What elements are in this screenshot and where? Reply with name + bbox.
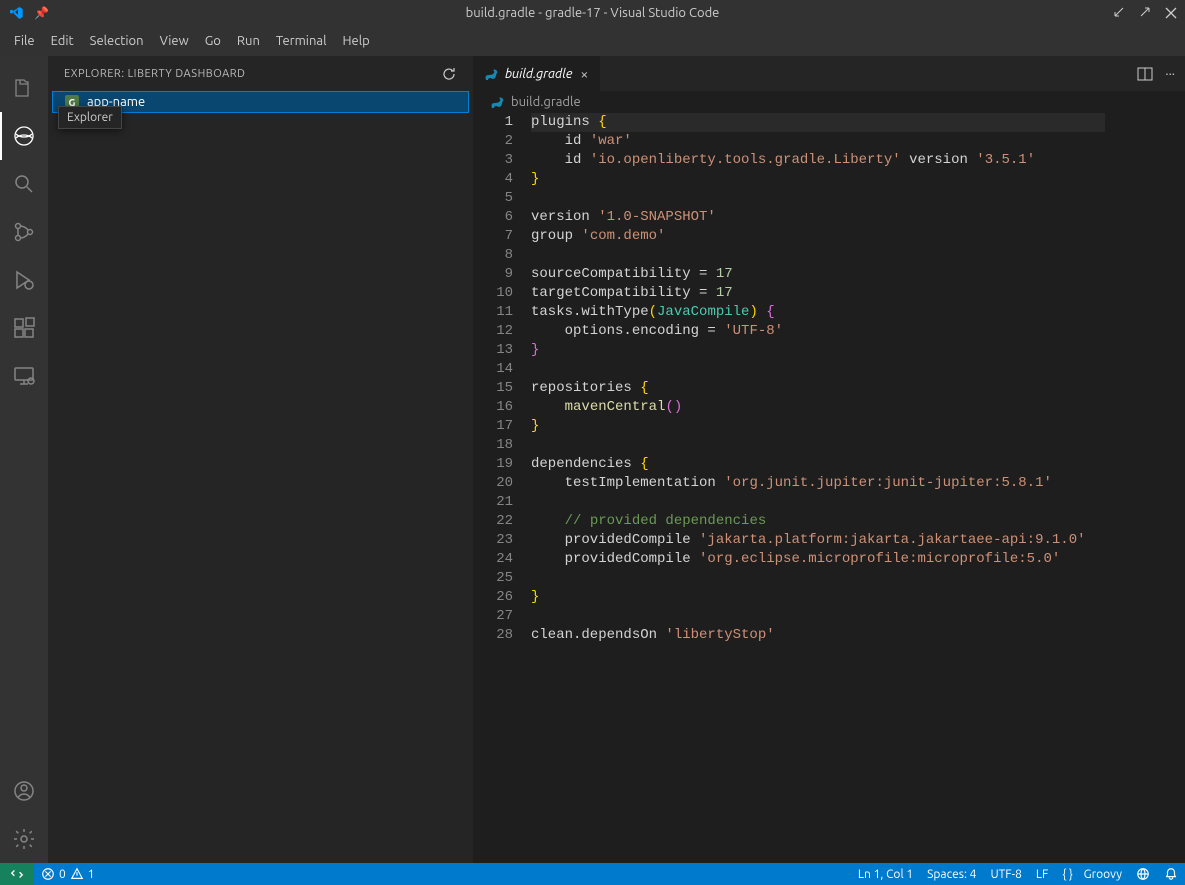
feedback-button[interactable] bbox=[1129, 867, 1157, 881]
liberty-view-button[interactable] bbox=[0, 112, 48, 160]
maximize-button[interactable] bbox=[1139, 7, 1151, 19]
tab-bar: build.gradle × ··· bbox=[473, 56, 1185, 91]
sidebar-header: EXPLORER: LIBERTY DASHBOARD bbox=[48, 56, 473, 91]
run-view-button[interactable] bbox=[0, 256, 48, 304]
title-bar: 📌 build.gradle - gradle-17 - Visual Stud… bbox=[0, 0, 1185, 26]
tab-close-button[interactable]: × bbox=[578, 66, 590, 82]
gradle-file-icon bbox=[483, 66, 499, 82]
minimize-button[interactable] bbox=[1113, 7, 1125, 19]
tab-actions: ··· bbox=[1127, 56, 1185, 91]
window-title: build.gradle - gradle-17 - Visual Studio… bbox=[466, 6, 720, 20]
search-view-button[interactable] bbox=[0, 160, 48, 208]
settings-button[interactable] bbox=[0, 815, 48, 863]
sidebar: EXPLORER: LIBERTY DASHBOARD G app-name E… bbox=[48, 56, 473, 863]
eol[interactable]: LF bbox=[1029, 868, 1055, 881]
problems-indicator[interactable]: 0 1 bbox=[34, 867, 102, 881]
menu-terminal[interactable]: Terminal bbox=[268, 30, 335, 52]
menu-go[interactable]: Go bbox=[197, 30, 229, 52]
menu-run[interactable]: Run bbox=[229, 30, 268, 52]
refresh-button[interactable] bbox=[441, 66, 457, 82]
code-content[interactable]: plugins { id 'war' id 'io.openliberty.to… bbox=[531, 113, 1105, 863]
scm-view-button[interactable] bbox=[0, 208, 48, 256]
main-area: EXPLORER: LIBERTY DASHBOARD G app-name E… bbox=[0, 56, 1185, 863]
editor-body[interactable]: 1234567891011121314151617181920212223242… bbox=[473, 113, 1185, 863]
minimap[interactable]: plugins { id 'war' id 'io.openliberty.to… bbox=[1105, 113, 1185, 863]
breadcrumb[interactable]: build.gradle bbox=[473, 91, 1185, 113]
window-controls bbox=[1113, 7, 1177, 19]
menu-file[interactable]: File bbox=[6, 30, 43, 52]
more-actions-button[interactable]: ··· bbox=[1165, 67, 1175, 81]
accounts-button[interactable] bbox=[0, 767, 48, 815]
notifications-button[interactable] bbox=[1157, 867, 1185, 881]
menu-edit[interactable]: Edit bbox=[43, 30, 82, 52]
remote-indicator[interactable] bbox=[0, 863, 34, 885]
menu-view[interactable]: View bbox=[152, 30, 197, 52]
activity-bar bbox=[0, 56, 48, 863]
tab-label: build.gradle bbox=[505, 67, 572, 81]
sidebar-tooltip: Explorer bbox=[58, 106, 122, 129]
gradle-file-icon bbox=[489, 94, 505, 110]
status-bar: 0 1 Ln 1, Col 1 Spaces: 4 UTF-8 LF { } G… bbox=[0, 863, 1185, 885]
pin-icon[interactable]: 📌 bbox=[34, 6, 49, 20]
close-button[interactable] bbox=[1165, 7, 1177, 19]
language-mode[interactable]: { } Groovy bbox=[1055, 868, 1129, 881]
split-editor-button[interactable] bbox=[1137, 66, 1153, 82]
menu-help[interactable]: Help bbox=[334, 30, 377, 52]
encoding[interactable]: UTF-8 bbox=[983, 868, 1028, 881]
explorer-view-button[interactable] bbox=[0, 64, 48, 112]
tab-build-gradle[interactable]: build.gradle × bbox=[473, 56, 601, 91]
editor-area: build.gradle × ··· build.gradle 12345678… bbox=[473, 56, 1185, 863]
breadcrumb-label: build.gradle bbox=[511, 95, 581, 109]
extensions-view-button[interactable] bbox=[0, 304, 48, 352]
menu-selection[interactable]: Selection bbox=[82, 30, 152, 52]
indentation[interactable]: Spaces: 4 bbox=[920, 868, 983, 881]
cursor-position[interactable]: Ln 1, Col 1 bbox=[851, 868, 920, 881]
vscode-logo-icon bbox=[8, 5, 24, 21]
sidebar-title: EXPLORER: LIBERTY DASHBOARD bbox=[64, 68, 245, 80]
line-gutter: 1234567891011121314151617181920212223242… bbox=[473, 113, 531, 863]
remote-explorer-button[interactable] bbox=[0, 352, 48, 400]
menu-bar: FileEditSelectionViewGoRunTerminalHelp bbox=[0, 26, 1185, 56]
